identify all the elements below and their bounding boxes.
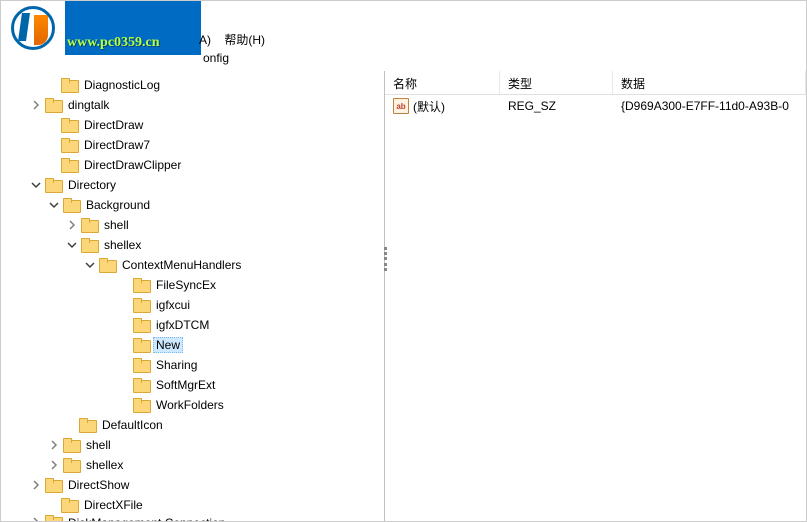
folder-icon bbox=[79, 418, 95, 432]
folder-icon bbox=[133, 298, 149, 312]
tree-item[interactable]: DirectShow bbox=[1, 475, 384, 495]
folder-icon bbox=[61, 78, 77, 92]
folder-icon bbox=[99, 258, 115, 272]
tree-panel[interactable]: DiagnosticLog dingtalk DirectDraw DirectDra… bbox=[1, 71, 385, 521]
folder-icon bbox=[45, 478, 61, 492]
folder-icon bbox=[45, 515, 61, 521]
tree-item[interactable]: shellex bbox=[1, 235, 384, 255]
tree-item[interactable]: WorkFolders bbox=[1, 395, 384, 415]
tree-item[interactable]: shell bbox=[1, 215, 384, 235]
tree-item-label: shellex bbox=[101, 237, 144, 253]
folder-icon bbox=[133, 378, 149, 392]
tree-item-label: Background bbox=[83, 197, 153, 213]
col-header-name[interactable]: 名称 bbox=[385, 71, 500, 94]
folder-icon bbox=[61, 498, 77, 512]
folder-icon bbox=[133, 358, 149, 372]
tree-item[interactable]: DiskManagement.Connection bbox=[1, 515, 384, 521]
tree-item[interactable]: Background bbox=[1, 195, 384, 215]
tree-item-label: SoftMgrExt bbox=[153, 377, 218, 393]
tree-item-label: igfxDTCM bbox=[153, 317, 212, 333]
tree-item[interactable]: DefaultIcon bbox=[1, 415, 384, 435]
banner-url-text: www.pc0359.cn bbox=[67, 35, 160, 51]
tree-item-label: igfxcui bbox=[153, 297, 193, 313]
col-header-type[interactable]: 类型 bbox=[500, 71, 613, 94]
tree-item[interactable]: dingtalk bbox=[1, 95, 384, 115]
folder-icon bbox=[133, 338, 149, 352]
tree-item-label: DefaultIcon bbox=[99, 417, 166, 433]
folder-icon bbox=[81, 218, 97, 232]
chevron-right-icon[interactable] bbox=[47, 438, 61, 452]
tree-item[interactable]: igfxDTCM bbox=[1, 315, 384, 335]
chevron-down-icon[interactable] bbox=[83, 258, 97, 272]
chevron-right-icon[interactable] bbox=[29, 98, 43, 112]
chevron-right-icon[interactable] bbox=[65, 218, 79, 232]
menu-item-a[interactable]: A) bbox=[199, 33, 211, 47]
chevron-right-icon[interactable] bbox=[29, 515, 43, 521]
tree-item-label: FileSyncEx bbox=[153, 277, 219, 293]
tree-item-label: DiagnosticLog bbox=[81, 77, 163, 93]
main-split: DiagnosticLog dingtalk DirectDraw DirectDra… bbox=[1, 71, 806, 521]
folder-icon bbox=[63, 458, 79, 472]
tree-item-label: DirectXFile bbox=[81, 497, 146, 513]
tree-item-label: ContextMenuHandlers bbox=[119, 257, 244, 273]
tree-item-label: DiskManagement.Connection bbox=[65, 515, 228, 521]
reg-string-icon: ab bbox=[393, 98, 409, 114]
tree-item[interactable]: shellex bbox=[1, 455, 384, 475]
tree-item[interactable]: ContextMenuHandlers bbox=[1, 255, 384, 275]
menu-bar: A) 帮助(H) bbox=[199, 31, 265, 48]
tree-item-label: DirectDrawClipper bbox=[81, 157, 184, 173]
tree-item-label: dingtalk bbox=[65, 97, 112, 113]
site-logo-icon bbox=[1, 1, 65, 55]
list-row[interactable]: ab(默认) REG_SZ{D969A300-E7FF-11d0-A93B-0 bbox=[385, 95, 806, 115]
tree-item[interactable]: DirectXFile bbox=[1, 495, 384, 515]
folder-icon bbox=[133, 278, 149, 292]
tree-item-label: WorkFolders bbox=[153, 397, 227, 413]
splitter-handle[interactable] bbox=[380, 246, 390, 272]
tree-item[interactable]: DirectDraw7 bbox=[1, 135, 384, 155]
list-header: 名称 类型 数据 bbox=[385, 71, 806, 95]
folder-icon bbox=[133, 398, 149, 412]
value-name: (默认) bbox=[413, 98, 445, 115]
value-data: {D969A300-E7FF-11d0-A93B-0 bbox=[613, 99, 806, 113]
folder-icon bbox=[61, 118, 77, 132]
tree-item-label: DirectDraw bbox=[81, 117, 146, 133]
tree-item[interactable]: FileSyncEx bbox=[1, 275, 384, 295]
folder-icon bbox=[61, 158, 77, 172]
tree-item[interactable]: shell bbox=[1, 435, 384, 455]
folder-icon bbox=[45, 98, 61, 112]
chevron-down-icon[interactable] bbox=[47, 198, 61, 212]
tree-item[interactable]: Directory bbox=[1, 175, 384, 195]
tree-item[interactable]: DirectDraw bbox=[1, 115, 384, 135]
tree-item[interactable]: igfxcui bbox=[1, 295, 384, 315]
tree-item-label: DirectDraw7 bbox=[81, 137, 153, 153]
chevron-down-icon[interactable] bbox=[65, 238, 79, 252]
chevron-right-icon[interactable] bbox=[29, 478, 43, 492]
app-banner: www.pc0359.cn bbox=[1, 1, 201, 55]
col-header-data[interactable]: 数据 bbox=[613, 71, 806, 94]
folder-icon bbox=[61, 138, 77, 152]
tree-item-label: New bbox=[153, 337, 183, 353]
folder-icon bbox=[133, 318, 149, 332]
folder-icon bbox=[63, 198, 79, 212]
tree-item-label: shell bbox=[101, 217, 132, 233]
folder-icon bbox=[45, 178, 61, 192]
tree-item[interactable]: New bbox=[1, 335, 384, 355]
address-path[interactable]: onfig bbox=[203, 51, 229, 65]
tree-item-label: Directory bbox=[65, 177, 119, 193]
folder-icon bbox=[81, 238, 97, 252]
tree-item[interactable]: SoftMgrExt bbox=[1, 375, 384, 395]
tree-item-label: Sharing bbox=[153, 357, 200, 373]
chevron-down-icon[interactable] bbox=[29, 178, 43, 192]
folder-icon bbox=[63, 438, 79, 452]
menu-item-help[interactable]: 帮助(H) bbox=[224, 33, 265, 47]
tree-item[interactable]: Sharing bbox=[1, 355, 384, 375]
tree-item[interactable]: DiagnosticLog bbox=[1, 75, 384, 95]
value-list-panel: 名称 类型 数据 ab(默认) REG_SZ{D969A300-E7FF-11d0… bbox=[385, 71, 806, 521]
chevron-right-icon[interactable] bbox=[47, 458, 61, 472]
tree-item[interactable]: DirectDrawClipper bbox=[1, 155, 384, 175]
value-type: REG_SZ bbox=[500, 99, 613, 113]
tree-item-label: shellex bbox=[83, 457, 126, 473]
tree-item-label: shell bbox=[83, 437, 114, 453]
tree-item-label: DirectShow bbox=[65, 477, 132, 493]
